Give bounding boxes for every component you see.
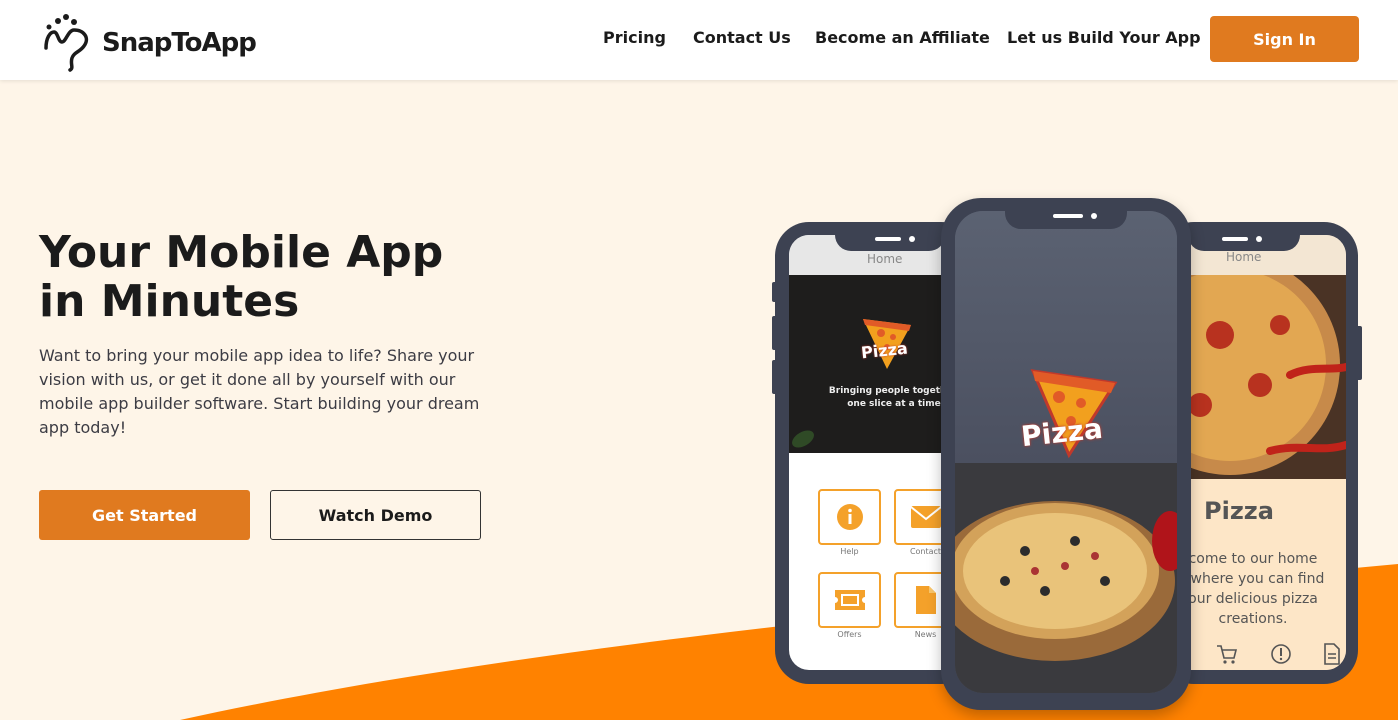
mail-icon bbox=[909, 506, 942, 528]
app-title: Home bbox=[1226, 250, 1262, 264]
hero-description: Want to bring your mobile app idea to li… bbox=[39, 346, 480, 437]
top-header: SnapToApp Pricing Contact Us Become an A… bbox=[0, 0, 1398, 80]
ticket-icon bbox=[834, 590, 865, 610]
phone-camera bbox=[1091, 213, 1097, 219]
phone-speaker bbox=[1222, 237, 1248, 241]
brand-name: SnapToApp bbox=[102, 28, 257, 58]
hero-title: Your Mobile App in Minutes bbox=[39, 228, 499, 326]
cart-icon[interactable] bbox=[1216, 643, 1238, 665]
snaptoapp-logo-icon bbox=[44, 14, 89, 72]
watch-demo-button[interactable]: Watch Demo bbox=[270, 490, 481, 540]
tile-offers-label: Offers bbox=[837, 630, 862, 639]
phone-speaker bbox=[875, 237, 901, 241]
right-phone-heading: Pizza bbox=[1204, 497, 1274, 525]
app-title: Home bbox=[867, 252, 903, 266]
tile-help-label: Help bbox=[840, 547, 859, 556]
sign-in-button[interactable]: Sign In bbox=[1210, 16, 1359, 62]
phone-center-screen: Pizza bbox=[955, 211, 1177, 693]
info-icon bbox=[836, 504, 863, 530]
nav-contact-us[interactable]: Contact Us bbox=[693, 28, 791, 47]
pizza-board-image bbox=[955, 501, 1177, 661]
tile-offers[interactable] bbox=[818, 572, 881, 628]
alert-icon[interactable] bbox=[1270, 643, 1292, 665]
phone-speaker bbox=[1053, 214, 1083, 218]
nav-build-your-app[interactable]: Let us Build Your App bbox=[1007, 28, 1201, 47]
nav-become-affiliate[interactable]: Become an Affiliate bbox=[815, 28, 990, 47]
document-icon[interactable] bbox=[1322, 643, 1342, 665]
phone-camera bbox=[1256, 236, 1262, 242]
brand-logo[interactable]: SnapToApp bbox=[40, 8, 257, 72]
nav-pricing[interactable]: Pricing bbox=[603, 28, 666, 47]
basil-leaf-icon bbox=[792, 430, 814, 448]
tile-help[interactable] bbox=[818, 489, 881, 545]
document-icon bbox=[915, 586, 936, 614]
phone-camera bbox=[909, 236, 915, 242]
phone-center: Pizza bbox=[941, 198, 1191, 710]
hero-title-line-1: Your Mobile App bbox=[39, 227, 444, 278]
get-started-button[interactable]: Get Started bbox=[39, 490, 250, 540]
hero-title-line-2: in Minutes bbox=[39, 276, 300, 327]
